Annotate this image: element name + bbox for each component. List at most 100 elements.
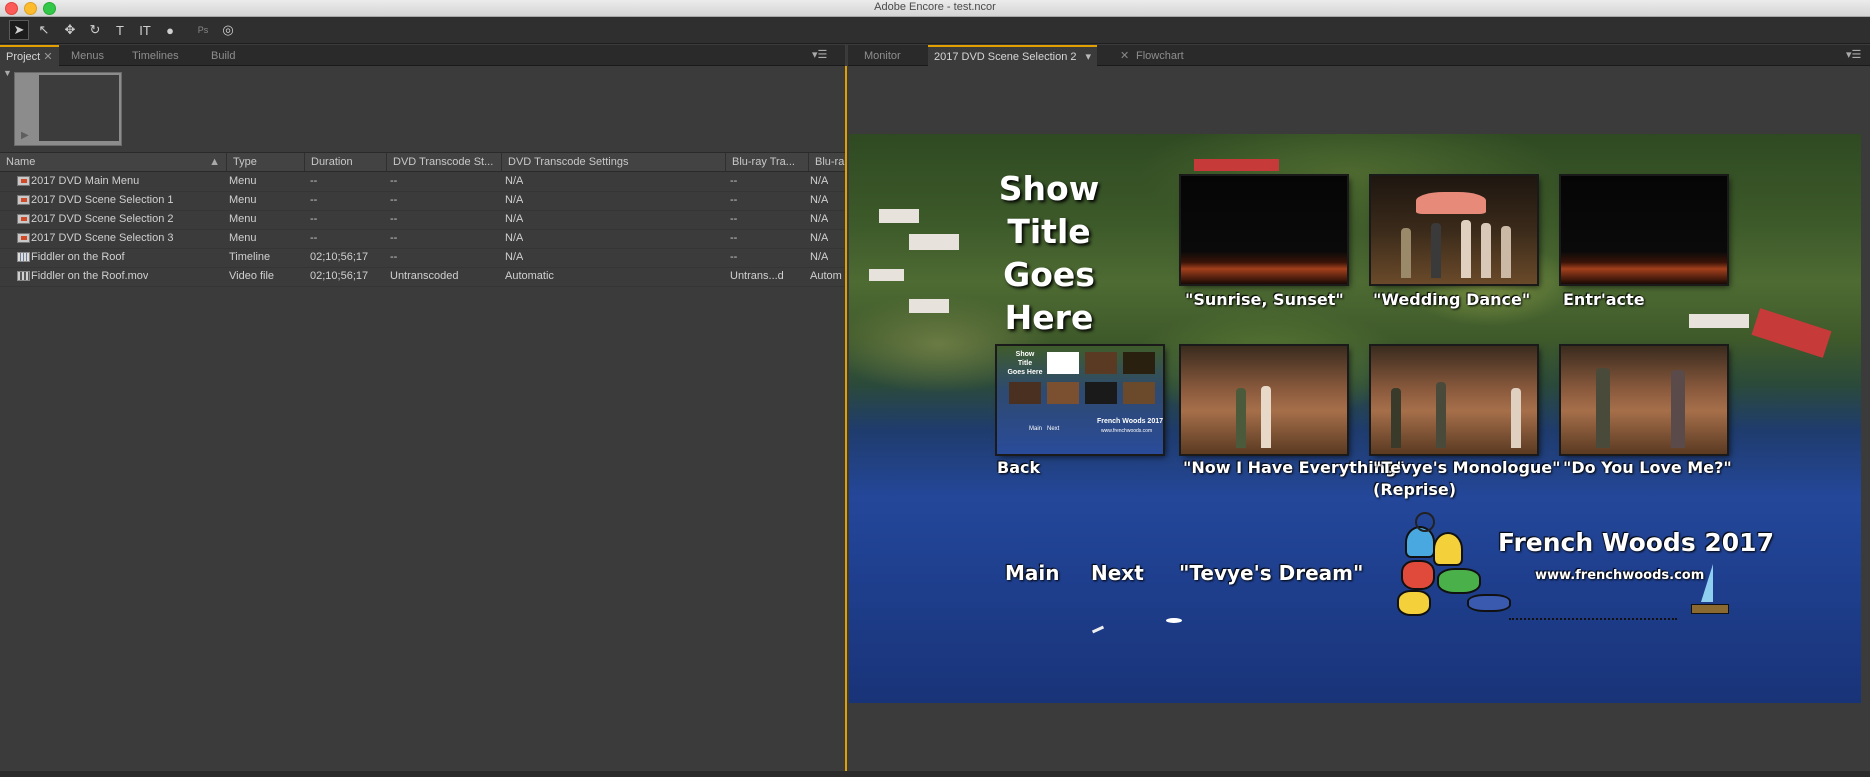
mini-main-label: Main xyxy=(1029,426,1043,432)
chapter-label[interactable]: "Now I Have Everything" xyxy=(1183,458,1405,477)
photoshop-icon[interactable]: Ps xyxy=(193,20,213,40)
cell-bluray-settings: Autom xyxy=(810,270,842,282)
panel-menu-icon[interactable]: ▾☰ xyxy=(812,48,827,61)
mini-brand-title: French Woods 2017 xyxy=(1097,418,1164,425)
mini-tile xyxy=(1085,352,1117,374)
column-header-bluray-settings[interactable]: Blu-ra xyxy=(808,153,845,171)
back-label[interactable]: Back xyxy=(997,458,1040,477)
cell-bluray-status: -- xyxy=(730,232,738,244)
cell-dvd-status: -- xyxy=(390,194,398,206)
cell-dvd-status: Untranscoded xyxy=(390,270,459,282)
tab-monitor[interactable]: Monitor xyxy=(858,47,907,65)
window-title: Adobe Encore - test.ncor xyxy=(874,1,996,13)
cell-dvd-settings: N/A xyxy=(505,232,524,244)
sailboat-hull xyxy=(1691,604,1729,614)
project-item-row[interactable]: Fiddler on the Roof.mov Video file 02;10;5… xyxy=(0,267,845,287)
column-header-dvd-status[interactable]: DVD Transcode St... xyxy=(386,153,501,171)
column-header-dvd-settings[interactable]: DVD Transcode Settings xyxy=(501,153,725,171)
show-title-line: Goes Here xyxy=(1003,255,1095,337)
project-panel: ▼ ▶ Name ▲ Type Duration DVD Transcode St… xyxy=(0,66,847,777)
play-icon[interactable]: ▶ xyxy=(21,130,29,141)
logo-figure xyxy=(1433,532,1463,566)
mini-title-line: Show xyxy=(1015,351,1035,358)
rotate-tool-icon[interactable]: ↻ xyxy=(85,20,105,40)
cell-type: Timeline xyxy=(229,251,271,263)
menu-canvas[interactable]: Show Title Goes Here "Sunrise, Sunset" "… xyxy=(849,134,1861,703)
selection-tool-icon[interactable]: ➤ xyxy=(9,20,29,40)
cell-bluray-settings: N/A xyxy=(810,194,829,206)
close-tab-icon[interactable]: ✕ xyxy=(43,51,52,63)
building xyxy=(909,299,949,313)
tab-timelines[interactable]: Timelines xyxy=(126,47,185,65)
show-title-line: Title xyxy=(1007,212,1091,251)
project-item-row[interactable]: 2017 DVD Scene Selection 1 Menu -- -- N/A -- N… xyxy=(0,191,845,211)
performer xyxy=(1596,368,1610,448)
tab-flowchart[interactable]: Flowchart xyxy=(1130,47,1190,65)
performer xyxy=(1436,382,1446,448)
chapter-thumbnail[interactable] xyxy=(1371,176,1537,284)
project-item-row[interactable]: Fiddler on the Roof Timeline 02;10;56;17 --… xyxy=(0,248,845,268)
chapter-thumbnail[interactable] xyxy=(1181,176,1347,284)
disclosure-triangle-icon[interactable]: ▼ xyxy=(3,68,12,78)
performer xyxy=(1391,388,1401,448)
cell-bluray-settings: N/A xyxy=(810,251,829,263)
project-column-header: Name ▲ Type Duration DVD Transcode St... … xyxy=(0,152,845,172)
brand-title: French Woods 2017 xyxy=(1498,528,1774,557)
boat-icon xyxy=(1166,618,1182,623)
chapter-label[interactable]: "Sunrise, Sunset" xyxy=(1185,290,1344,309)
cell-name: 2017 DVD Main Menu xyxy=(31,175,140,187)
zoom-tool-icon[interactable]: ● xyxy=(160,20,180,40)
performer xyxy=(1401,228,1411,278)
panel-menu-icon[interactable]: ▾☰ xyxy=(1846,48,1861,61)
move-tool-icon[interactable]: ✥ xyxy=(60,20,80,40)
building xyxy=(1689,314,1749,328)
tab-menus[interactable]: Menus xyxy=(65,47,110,65)
next-button[interactable]: Next xyxy=(1091,561,1144,585)
vertical-text-tool-icon[interactable]: IT xyxy=(135,20,155,40)
project-panel-tabbar: Project ✕ Menus Timelines Build ▾☰ xyxy=(0,45,845,67)
building xyxy=(869,269,904,281)
mini-tile xyxy=(1123,352,1155,374)
wave-line xyxy=(1509,610,1677,620)
column-header-duration[interactable]: Duration xyxy=(304,153,386,171)
show-title: Show Title Goes Here xyxy=(974,167,1124,339)
logo-figure xyxy=(1397,590,1431,616)
cell-type: Menu xyxy=(229,194,257,206)
preview-icon[interactable]: ◎ xyxy=(218,20,238,40)
direct-select-tool-icon[interactable]: ↖ xyxy=(34,20,54,40)
cell-dvd-settings: N/A xyxy=(505,251,524,263)
chapter-thumbnail[interactable] xyxy=(1181,346,1347,454)
tab-build[interactable]: Build xyxy=(205,47,241,65)
cell-duration: -- xyxy=(310,175,318,187)
chapter-link[interactable]: "Tevye's Dream" xyxy=(1179,561,1363,585)
chapter-thumbnail[interactable] xyxy=(1561,346,1727,454)
chapter-thumbnail[interactable] xyxy=(1371,346,1537,454)
chapter-label[interactable]: Entr'acte xyxy=(1563,290,1645,309)
chapter-thumbnail[interactable] xyxy=(1561,176,1727,284)
column-header-bluray-status[interactable]: Blu-ray Tra... xyxy=(725,153,808,171)
chapter-label[interactable]: "Tevye's Monologue" xyxy=(1373,458,1560,477)
performer xyxy=(1511,388,1521,448)
cell-duration: -- xyxy=(310,213,318,225)
tab-menu-viewer[interactable]: 2017 DVD Scene Selection 2 ▾ xyxy=(928,45,1098,67)
cell-type: Menu xyxy=(229,232,257,244)
preview-thumbnail: ▶ xyxy=(14,72,122,146)
tab-project[interactable]: Project ✕ xyxy=(0,45,59,67)
back-menu-thumbnail[interactable]: Show Title Goes Here Main Next French Wo… xyxy=(997,346,1163,454)
text-tool-icon[interactable]: T xyxy=(110,20,130,40)
project-item-row[interactable]: 2017 DVD Main Menu Menu -- -- N/A -- N/A xyxy=(0,172,845,192)
column-header-type[interactable]: Type xyxy=(226,153,304,171)
chapter-label[interactable]: "Do You Love Me?" xyxy=(1563,458,1732,477)
main-menu-icon xyxy=(17,176,30,186)
menu-icon xyxy=(17,233,30,243)
project-item-row[interactable]: 2017 DVD Scene Selection 2 Menu -- -- N/A -- N… xyxy=(0,210,845,230)
chevron-down-icon[interactable]: ▾ xyxy=(1086,51,1092,63)
chapter-label[interactable]: "Wedding Dance" xyxy=(1373,290,1530,309)
project-item-row[interactable]: 2017 DVD Scene Selection 3 Menu -- -- N/A -- N… xyxy=(0,229,845,249)
performer xyxy=(1236,388,1246,448)
performer xyxy=(1461,220,1471,278)
cell-name: 2017 DVD Scene Selection 3 xyxy=(31,232,174,244)
column-header-name[interactable]: Name ▲ xyxy=(0,153,226,171)
main-menu-button[interactable]: Main xyxy=(1005,561,1060,585)
cell-dvd-settings: N/A xyxy=(505,194,524,206)
